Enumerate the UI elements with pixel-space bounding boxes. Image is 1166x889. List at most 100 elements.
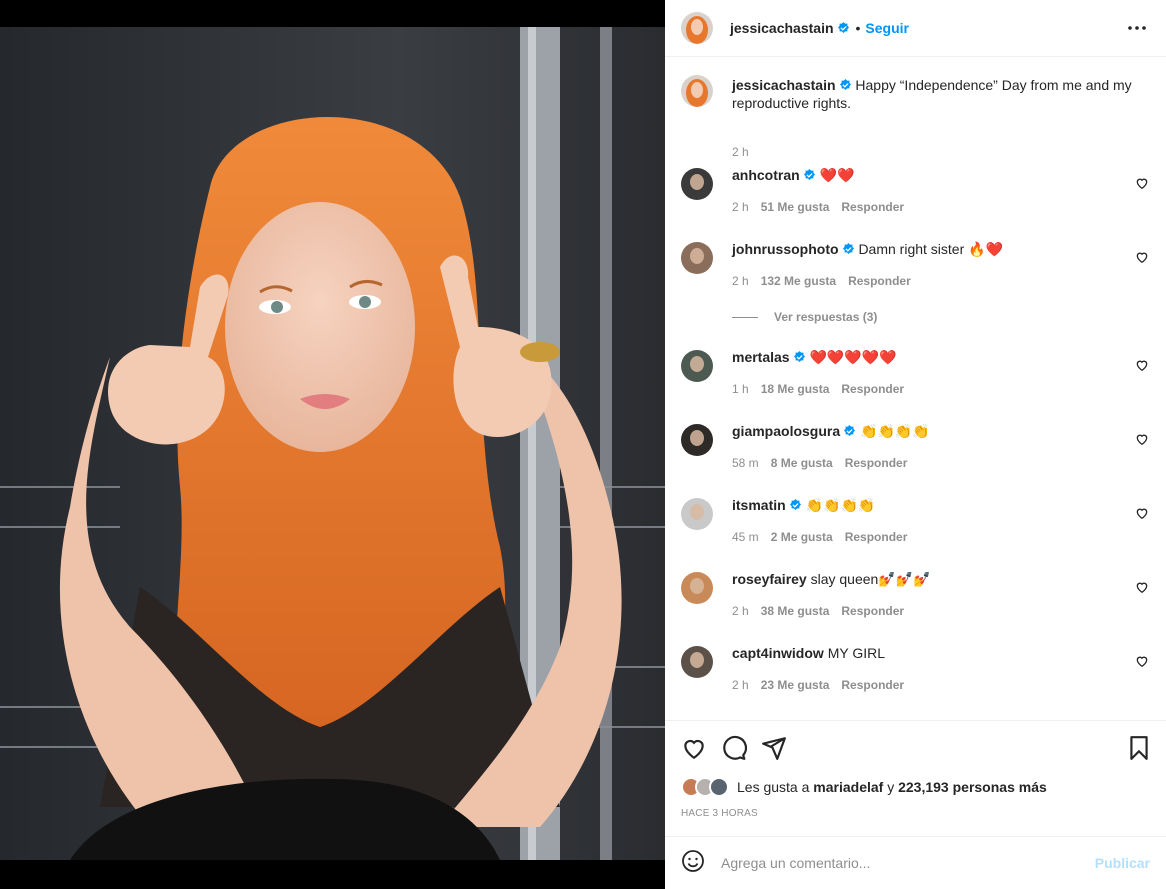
comment-likes-count[interactable]: 8 Me gusta bbox=[771, 456, 833, 470]
commenter-username[interactable]: johnrussophoto bbox=[732, 241, 839, 257]
comment-bubble-icon[interactable] bbox=[721, 735, 748, 761]
likes-others-count[interactable]: 223,193 personas más bbox=[898, 779, 1047, 795]
comment-likes-count[interactable]: 18 Me gusta bbox=[761, 382, 830, 396]
comment-meta: 58 m 8 Me gusta Responder bbox=[732, 456, 907, 470]
liker-avatar bbox=[709, 777, 729, 797]
comment-row: anhcotran ❤️❤️ 2 h 51 Me gusta Responder bbox=[681, 166, 1151, 226]
portrait-image bbox=[0, 27, 665, 860]
comment-meta: 45 m 2 Me gusta Responder bbox=[732, 530, 907, 544]
commenter-username[interactable]: anhcotran bbox=[732, 167, 800, 183]
comment-body: giampaolosgura 👏👏👏👏 bbox=[732, 422, 930, 440]
caption-time: 2 h bbox=[732, 145, 749, 159]
reply-button[interactable]: Responder bbox=[848, 274, 911, 288]
comment-body: mertalas ❤️❤️❤️❤️❤️ bbox=[732, 348, 897, 366]
comment-like-heart-icon[interactable] bbox=[1135, 358, 1149, 372]
verified-badge-icon bbox=[789, 498, 802, 511]
comment-time: 2 h bbox=[732, 200, 749, 214]
commenter-avatar[interactable] bbox=[681, 350, 713, 382]
likes-summary: Les gusta a mariadelaf y 223,193 persona… bbox=[681, 777, 1047, 797]
post-side-panel: jessicachastain • Seguir jessicachastain… bbox=[665, 0, 1166, 889]
comment-body: itsmatin 👏👏👏👏 bbox=[732, 496, 875, 514]
comment-text: slay queen💅💅💅 bbox=[810, 571, 931, 587]
reply-button[interactable]: Responder bbox=[841, 604, 904, 618]
comment-row: mertalas ❤️❤️❤️❤️❤️ 1 h 18 Me gusta Respond… bbox=[681, 348, 1151, 408]
commenter-username[interactable]: itsmatin bbox=[732, 497, 786, 513]
post-photo[interactable] bbox=[0, 27, 665, 860]
add-comment-bar: Publicar bbox=[665, 836, 1166, 889]
caption-username[interactable]: jessicachastain bbox=[732, 77, 836, 93]
comment-likes-count[interactable]: 23 Me gusta bbox=[761, 678, 830, 692]
comment-like-heart-icon[interactable] bbox=[1135, 580, 1149, 594]
comment-like-heart-icon[interactable] bbox=[1135, 176, 1149, 190]
view-replies-label: Ver respuestas (3) bbox=[774, 310, 878, 324]
comment-input[interactable] bbox=[721, 855, 1095, 871]
comment-likes-count[interactable]: 38 Me gusta bbox=[761, 604, 830, 618]
share-paper-plane-icon[interactable] bbox=[761, 735, 787, 761]
comment-time: 2 h bbox=[732, 604, 749, 618]
caption-author-avatar[interactable] bbox=[681, 75, 713, 107]
commenter-username[interactable]: giampaolosgura bbox=[732, 423, 840, 439]
comment-likes-count[interactable]: 132 Me gusta bbox=[761, 274, 836, 288]
liker-username[interactable]: mariadelaf bbox=[813, 779, 883, 795]
commenter-avatar[interactable] bbox=[681, 168, 713, 200]
comment-like-heart-icon[interactable] bbox=[1135, 250, 1149, 264]
comment-time: 58 m bbox=[732, 456, 759, 470]
verified-badge-icon bbox=[842, 242, 855, 255]
comment-like-heart-icon[interactable] bbox=[1135, 506, 1149, 520]
reply-button[interactable]: Responder bbox=[845, 530, 908, 544]
emoji-smiley-icon[interactable] bbox=[681, 849, 705, 878]
author-username[interactable]: jessicachastain bbox=[730, 20, 834, 36]
verified-badge-icon bbox=[839, 78, 852, 91]
post-time-ago: HACE 3 HORAS bbox=[681, 808, 758, 819]
comment-text: ❤️❤️❤️❤️❤️ bbox=[809, 349, 897, 365]
comment-likes-count[interactable]: 51 Me gusta bbox=[761, 200, 830, 214]
reply-button[interactable]: Responder bbox=[841, 200, 904, 214]
view-replies-button[interactable]: Ver respuestas (3) bbox=[732, 310, 877, 324]
post-actions: Les gusta a mariadelaf y 223,193 persona… bbox=[665, 720, 1166, 836]
comment-meta: 2 h 132 Me gusta Responder bbox=[732, 274, 911, 288]
author-avatar[interactable] bbox=[681, 12, 713, 44]
comment-body: capt4inwidow MY GIRL bbox=[732, 644, 885, 662]
instagram-post-modal: jessicachastain • Seguir jessicachastain… bbox=[0, 0, 1166, 889]
separator-dot: • bbox=[855, 20, 861, 36]
comment-time: 2 h bbox=[732, 274, 749, 288]
comment-time: 1 h bbox=[732, 382, 749, 396]
commenter-avatar[interactable] bbox=[681, 646, 713, 678]
comment-row: johnrussophoto Damn right sister 🔥❤️ 2 h 1… bbox=[681, 240, 1151, 300]
comments-scroll-area[interactable]: jessicachastain Happy “Independence” Day… bbox=[665, 58, 1166, 721]
comment-row: itsmatin 👏👏👏👏 45 m 2 Me gusta Responder bbox=[681, 496, 1151, 556]
commenter-username[interactable]: roseyfairey bbox=[732, 571, 807, 587]
likes-connector: y bbox=[887, 779, 895, 795]
commenter-username[interactable]: capt4inwidow bbox=[732, 645, 824, 661]
replies-line bbox=[732, 316, 758, 318]
more-options-icon[interactable] bbox=[1126, 17, 1148, 39]
reply-button[interactable]: Responder bbox=[841, 678, 904, 692]
reply-button[interactable]: Responder bbox=[845, 456, 908, 470]
reply-button[interactable]: Responder bbox=[841, 382, 904, 396]
comment-body: johnrussophoto Damn right sister 🔥❤️ bbox=[732, 240, 1003, 258]
comment-meta: 2 h 51 Me gusta Responder bbox=[732, 200, 904, 214]
commenter-avatar[interactable] bbox=[681, 572, 713, 604]
save-bookmark-icon[interactable] bbox=[1126, 735, 1152, 761]
comment-row: roseyfairey slay queen💅💅💅 2 h 38 Me gusta R… bbox=[681, 570, 1151, 630]
comment-like-heart-icon[interactable] bbox=[1135, 654, 1149, 668]
publish-button[interactable]: Publicar bbox=[1095, 855, 1150, 871]
comment-like-heart-icon[interactable] bbox=[1135, 432, 1149, 446]
comment-time: 2 h bbox=[732, 678, 749, 692]
comment-body: roseyfairey slay queen💅💅💅 bbox=[732, 570, 931, 588]
comment-text: ❤️❤️ bbox=[819, 167, 855, 183]
commenter-username[interactable]: mertalas bbox=[732, 349, 790, 365]
comment-row: giampaolosgura 👏👏👏👏 58 m 8 Me gusta Respond… bbox=[681, 422, 1151, 482]
commenter-avatar[interactable] bbox=[681, 498, 713, 530]
likes-prefix: Les gusta a bbox=[737, 779, 810, 795]
comment-text: Damn right sister 🔥❤️ bbox=[858, 241, 1003, 257]
commenter-avatar[interactable] bbox=[681, 424, 713, 456]
comment-text: 👏👏👏👏 bbox=[805, 497, 876, 513]
like-heart-icon[interactable] bbox=[681, 735, 707, 761]
comment-text: MY GIRL bbox=[827, 645, 885, 661]
comment-body: anhcotran ❤️❤️ bbox=[732, 166, 854, 184]
comment-likes-count[interactable]: 2 Me gusta bbox=[771, 530, 833, 544]
comment-meta: 2 h 38 Me gusta Responder bbox=[732, 604, 904, 618]
commenter-avatar[interactable] bbox=[681, 242, 713, 274]
follow-button[interactable]: Seguir bbox=[865, 20, 909, 36]
